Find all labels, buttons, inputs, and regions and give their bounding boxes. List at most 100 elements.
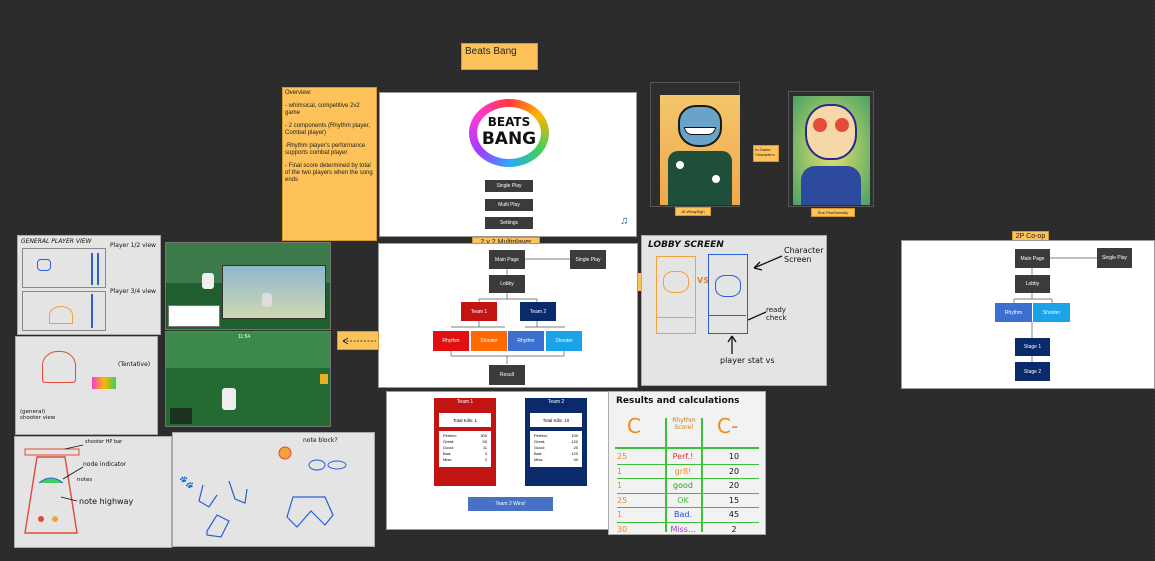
calc-cminus: 2 xyxy=(731,524,737,534)
shark-portrait xyxy=(660,95,740,205)
calc-header-c: C xyxy=(627,414,641,438)
overview-point: - whimsical, competitive 2v2 game xyxy=(285,103,360,116)
hud-timer: 11:54 xyxy=(238,334,251,340)
character-caption-right: Sue PlanSweddy xyxy=(811,208,855,217)
overview-point: -Rhythm player's performance supports co… xyxy=(285,143,366,156)
game-screenshot-lobby[interactable] xyxy=(165,242,331,330)
calc-sketch[interactable]: Results and calculations C Rhythm Score!… xyxy=(608,391,766,535)
calc-rhythm: Perf.! xyxy=(672,452,694,462)
character-card-right[interactable]: Sue PlanSweddy xyxy=(788,91,874,217)
general-player-view-sketch[interactable]: GENERAL PLAYER VIEW Player 1/2 view Play… xyxy=(17,235,161,335)
flow-main-page[interactable]: Main Page xyxy=(489,250,525,269)
title-text: Beats Bang xyxy=(465,46,517,57)
rhythm-view-frame xyxy=(22,248,106,288)
tentative-label: (Tentative) xyxy=(118,361,151,368)
overview-note[interactable]: Overview: - whimsical, competitive 2v2 g… xyxy=(282,87,377,241)
coop-flow-card[interactable]: Main Page Single Play Lobby Rhythm Shoot… xyxy=(901,240,1155,389)
calc-c: 30 xyxy=(617,524,628,534)
flow-single-play[interactable]: Single Play xyxy=(570,250,606,269)
calc-divider-h xyxy=(615,447,759,449)
shooter-hud-bar xyxy=(92,377,116,389)
team2-panel: Team 2 Total Kills: 10 Perfect: 100 Great… xyxy=(525,398,587,486)
general-player-view-title: GENERAL PLAYER VIEW xyxy=(21,238,92,245)
shooter-view-sketch[interactable]: (Tentative) (general) shooter view xyxy=(15,336,158,435)
multiplayer-flow-card[interactable]: Main Page Single Play Lobby Team 1 Team … xyxy=(378,243,638,388)
settings-button[interactable]: Settings xyxy=(485,217,533,229)
shooter-view-frame xyxy=(22,291,106,331)
coop-stage2[interactable]: Stage 2 xyxy=(1015,362,1050,381)
coop-main-page[interactable]: Main Page xyxy=(1015,249,1050,268)
calc-c: 25 xyxy=(617,452,628,462)
note-highway-sketch[interactable]: shooter HP bar node indicator notes note… xyxy=(14,436,172,548)
game-screenshot-shooter[interactable]: 11:54 xyxy=(165,331,331,427)
flow-team2-shooter[interactable]: Shooter xyxy=(546,331,582,351)
calc-rows: 25 Perf.! 10 1 gr8! 20 1 good 20 25 OK 1… xyxy=(617,450,759,536)
calc-cminus: 15 xyxy=(728,495,740,505)
multi-play-button[interactable]: Multi Play xyxy=(485,199,533,211)
calc-cminus: 20 xyxy=(728,466,740,476)
calc-c: 25 xyxy=(617,495,628,505)
stat-value: 40 xyxy=(573,457,578,462)
stat-label: Miss: xyxy=(443,457,453,462)
main-menu-card[interactable]: BEATS BANG Single Play Multi Play Settin… xyxy=(379,92,637,237)
team1-kills: Total Kills: 1 xyxy=(439,413,491,427)
results-card[interactable]: Team 1 Total Kills: 1 Perfect: 300 Great:… xyxy=(386,391,609,530)
overview-heading: Overview: xyxy=(285,90,312,96)
team1-panel: Team 1 Total Kills: 1 Perfect: 300 Great:… xyxy=(434,398,496,486)
player-shooter-view-label: Player 3/4 view xyxy=(110,288,156,295)
calc-header-rhythm: Rhythm Score! xyxy=(672,417,696,431)
logo-word-bottom: BANG xyxy=(481,129,537,149)
shooter-hp-bar-label: shooter HP bar xyxy=(85,439,123,445)
coop-rhythm[interactable]: Rhythm xyxy=(995,303,1032,322)
note-highway-label: note highway xyxy=(79,497,134,506)
logo-word-top: BEATS xyxy=(487,115,531,129)
lobby-sketch[interactable]: LOBBY SCREEN VS Character Screen ready c… xyxy=(641,235,827,386)
player-rhythm-view-label: Player 1/2 view xyxy=(110,242,156,249)
cat-portrait xyxy=(793,96,870,205)
calc-rhythm: Bad. xyxy=(673,510,692,520)
calc-c: 1 xyxy=(617,466,623,476)
flow-team1[interactable]: Team 1 xyxy=(461,302,497,321)
winner-banner[interactable]: Team 2 Wins! xyxy=(468,497,553,511)
coop-single-play[interactable]: Single Play xyxy=(1097,248,1132,268)
dashed-arrow-left-icon xyxy=(342,337,376,345)
characters-note[interactable]: In-Game Characters xyxy=(753,145,779,162)
calc-title: Results and calculations xyxy=(616,396,740,406)
title-note[interactable]: Beats Bang xyxy=(461,43,538,70)
flow-team2[interactable]: Team 2 xyxy=(520,302,556,321)
calc-c: 1 xyxy=(617,510,623,520)
flow-team2-rhythm[interactable]: Rhythm xyxy=(508,331,544,351)
pointer-note[interactable] xyxy=(337,331,379,350)
stat-label: Miss: xyxy=(534,457,544,462)
team1-stats: Perfect: 300 Great: 50 Good: 11 Bad: 3 Miss:… xyxy=(439,431,491,467)
team2-stats: Perfect: 100 Great: 120 Good: 20 Bad: 120 Mi… xyxy=(530,431,582,467)
flow-result[interactable]: Result xyxy=(489,365,525,385)
coop-lobby[interactable]: Lobby xyxy=(1015,275,1050,293)
flow-lobby[interactable]: Lobby xyxy=(489,275,525,293)
character-caption-left: AI WhaySigh xyxy=(675,207,711,216)
overview-point: - Final score determined by total of the… xyxy=(285,163,373,183)
team1-name: Team 1 xyxy=(456,399,474,405)
note-block-label: note block? xyxy=(303,437,338,444)
calc-rhythm: good xyxy=(673,481,693,491)
team2-name: Team 2 xyxy=(547,399,565,405)
coop-shooter[interactable]: Shooter xyxy=(1033,303,1070,322)
overview-point: - 2 components (Rhythm player, Combat pl… xyxy=(285,123,371,136)
calc-header-cminus: C- xyxy=(717,414,739,438)
team2-kills: Total Kills: 10 xyxy=(530,413,582,427)
controller-drawings xyxy=(198,446,347,538)
node-indicator-label: node indicator xyxy=(83,461,127,468)
calc-c: 1 xyxy=(617,481,623,491)
flow-team1-shooter[interactable]: Shooter xyxy=(471,331,507,351)
flow-team1-rhythm[interactable]: Rhythm xyxy=(433,331,469,351)
calc-rhythm: Miss... xyxy=(670,524,696,534)
single-play-button[interactable]: Single Play xyxy=(485,180,533,192)
general-shooter-view-label: (general) shooter view xyxy=(20,409,56,421)
controller-sketch[interactable]: 🐾 note block? xyxy=(172,432,375,547)
lobby-arrows xyxy=(727,255,783,354)
character-card-left[interactable]: AI WhaySigh xyxy=(650,82,740,216)
calc-cminus: 20 xyxy=(728,481,740,491)
coop-stage1[interactable]: Stage 1 xyxy=(1015,338,1050,356)
music-note-icon: ♫ xyxy=(620,215,629,227)
stat-value: 2 xyxy=(484,457,487,462)
